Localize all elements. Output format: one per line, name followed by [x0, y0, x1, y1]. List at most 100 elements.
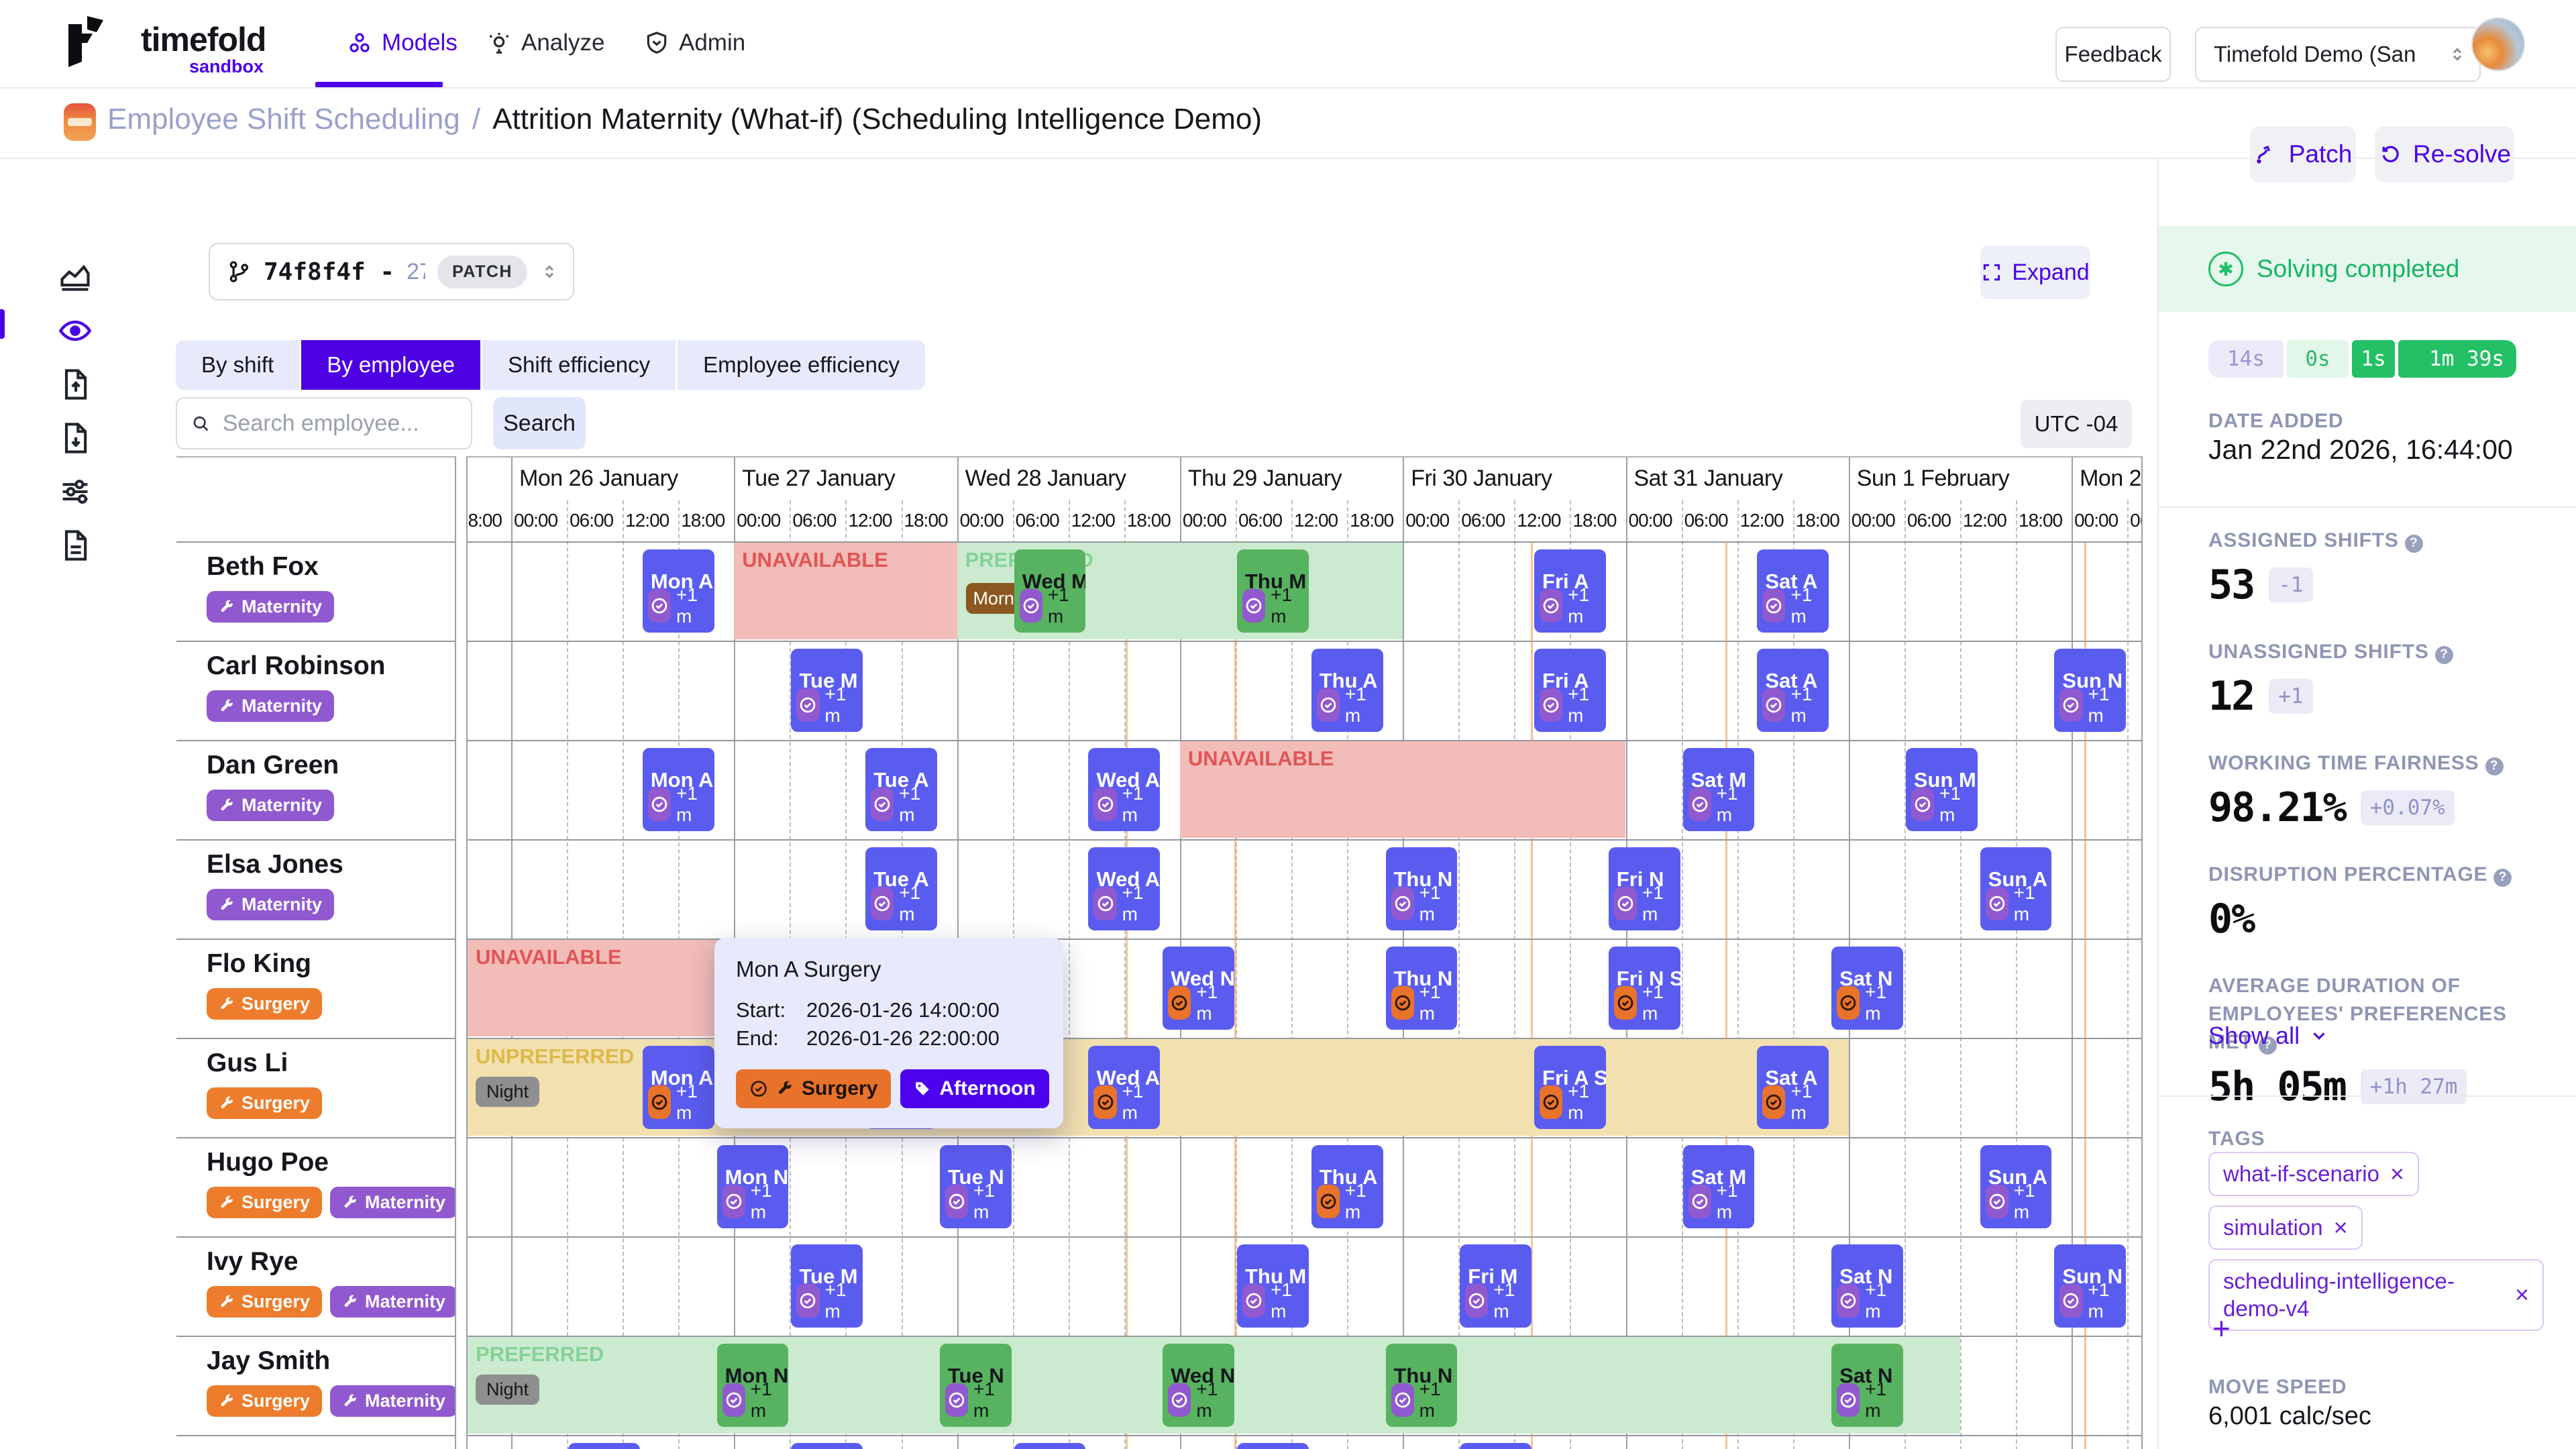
shift-block[interactable]: Tue M+1 m	[791, 1244, 863, 1328]
shift-block[interactable]: Tue N+1 m	[940, 1145, 1012, 1228]
shift-block[interactable]: Sat N+1 m	[1831, 1344, 1903, 1427]
show-all-toggle[interactable]: Show all	[2208, 1022, 2329, 1050]
workspace-select[interactable]: Timefold Demo (San	[2195, 27, 2481, 82]
shift-block[interactable]: Fri N S+1 m	[1609, 947, 1680, 1030]
commit-select[interactable]: 74f8f4f - 27 days ago PATCH	[209, 243, 574, 301]
search-input[interactable]	[221, 410, 458, 437]
shift-block[interactable]: Sun N+1 m	[2054, 1244, 2126, 1328]
shift-block[interactable]: Mon N+1 m	[717, 1145, 789, 1228]
shift-block[interactable]: Thu A+1 m	[1311, 1145, 1383, 1228]
schedule-grid[interactable]: 00:0006:0012:0018:00Mon 26 January00:000…	[466, 456, 2143, 1449]
tag-pill[interactable]: scheduling-intelligence-demo-v4×	[2208, 1259, 2544, 1331]
shift-block[interactable]: Sat N+1 m	[1831, 947, 1903, 1030]
remove-tag-icon[interactable]: ×	[2515, 1281, 2529, 1309]
shift-block[interactable]: Mon A+1 m	[643, 748, 714, 831]
shift-block[interactable]: Sat N+1 m	[1831, 1244, 1903, 1328]
breadcrumb-model-link[interactable]: Employee Shift Scheduling	[107, 103, 460, 136]
add-tag-button[interactable]: +	[2212, 1313, 2231, 1344]
shift-block[interactable]: Fri M+1 m	[1460, 1244, 1532, 1328]
shift-block[interactable]: Sun A+1 m	[1980, 847, 2052, 930]
search-box[interactable]	[176, 397, 472, 449]
brand-name[interactable]: timefold	[141, 20, 266, 59]
rail-item-view[interactable]	[58, 313, 93, 348]
employee-skill-badges: Maternity	[207, 591, 334, 623]
help-icon[interactable]: ?	[2485, 757, 2504, 775]
nav-admin[interactable]: Admin	[644, 0, 745, 86]
hour-header-label: 18:00	[1127, 510, 1175, 531]
clock-check-icon	[1616, 994, 1635, 1012]
purple-clock-badge	[1540, 589, 1562, 623]
user-avatar[interactable]	[2471, 17, 2525, 71]
timezone-chip[interactable]: UTC -04	[2021, 400, 2132, 448]
tab-by-shift[interactable]: By shift	[176, 340, 299, 390]
shift-block[interactable]	[1460, 1443, 1532, 1449]
shift-block[interactable]: Thu N+1 m	[1386, 947, 1458, 1030]
shift-block[interactable]: Mon A+1 m	[643, 1046, 714, 1129]
rail-item-settings[interactable]	[58, 474, 93, 509]
shift-block[interactable]: Sat A+1 m	[1757, 549, 1829, 633]
tag-pill[interactable]: simulation×	[2208, 1205, 2363, 1250]
shift-block[interactable]: Thu M+1 m	[1237, 1244, 1309, 1328]
shift-block[interactable]: Fri A S+1 m	[1534, 1046, 1606, 1129]
shift-block[interactable]: Fri A+1 m	[1534, 649, 1606, 732]
shift-block[interactable]: Sun M+1 m	[1906, 748, 1978, 831]
shift-block[interactable]	[1014, 1443, 1086, 1449]
rail-item-overview[interactable]	[58, 260, 93, 294]
shift-block[interactable]: Thu N+1 m	[1386, 1344, 1458, 1427]
expand-button[interactable]: Expand	[1980, 246, 2090, 299]
shift-block[interactable]: Sat M+1 m	[1683, 1145, 1755, 1228]
shift-block[interactable]: Tue A+1 m	[865, 748, 937, 831]
shift-block[interactable]: Thu A+1 m	[1311, 649, 1383, 732]
nav-analyze[interactable]: Analyze	[486, 0, 605, 86]
search-button[interactable]: Search	[493, 397, 586, 449]
shift-block[interactable]: Mon N+1 m	[717, 1344, 789, 1427]
nav-models[interactable]: Models	[347, 0, 458, 86]
wrench-icon	[342, 1294, 358, 1310]
shift-block[interactable]: Mon A+1 m	[643, 549, 714, 633]
shift-block[interactable]: Thu M+1 m	[1237, 549, 1309, 633]
shift-block[interactable]: Sun A+1 m	[1980, 1145, 2052, 1228]
shift-block[interactable]: Sat A+1 m	[1757, 649, 1829, 732]
git-branch-icon	[226, 259, 252, 284]
tab-employee-efficiency[interactable]: Employee efficiency	[678, 340, 925, 390]
tab-shift-efficiency[interactable]: Shift efficiency	[482, 340, 676, 390]
timefold-logo-icon[interactable]	[55, 16, 122, 71]
shift-block[interactable]: Wed M+1 m	[1014, 549, 1086, 633]
shift-block[interactable]: Wed A+1 m	[1088, 1046, 1160, 1129]
shift-block[interactable]: Wed N+1 m	[1163, 947, 1234, 1030]
rail-item-export[interactable]	[58, 421, 93, 455]
clock-check-icon	[1244, 1291, 1263, 1310]
skill-badge-label: Maternity	[365, 1291, 445, 1312]
tab-by-employee[interactable]: By employee	[301, 340, 480, 390]
shift-duration-badge: +1 m	[1168, 981, 1234, 1024]
shift-block[interactable]	[791, 1443, 863, 1449]
shift-block[interactable]: Sat A+1 m	[1757, 1046, 1829, 1129]
shift-block[interactable]	[568, 1443, 640, 1449]
help-icon[interactable]: ?	[2435, 646, 2453, 664]
feedback-button[interactable]: Feedback	[2055, 27, 2171, 82]
tag-pill[interactable]: what-if-scenario×	[2208, 1152, 2419, 1196]
shift-block[interactable]: Wed N+1 m	[1163, 1344, 1234, 1427]
purple-clock-badge	[1762, 589, 1785, 623]
shift-block[interactable]: Fri A+1 m	[1534, 549, 1606, 633]
shift-block[interactable]: Wed A+1 m	[1088, 748, 1160, 831]
patch-button[interactable]: Patch	[2250, 126, 2356, 182]
availability-region-unavailable: UNAVAILABLE	[468, 940, 734, 1036]
clock-check-icon	[650, 795, 669, 814]
shift-block[interactable]: Fri N+1 m	[1609, 847, 1680, 930]
remove-tag-icon[interactable]: ×	[2334, 1214, 2348, 1242]
rail-item-import[interactable]	[58, 367, 93, 402]
help-icon[interactable]: ?	[2405, 535, 2423, 553]
remove-tag-icon[interactable]: ×	[2390, 1160, 2404, 1188]
shift-block[interactable]: Sat M+1 m	[1683, 748, 1755, 831]
help-icon[interactable]: ?	[2493, 869, 2512, 887]
shift-block[interactable]: Tue M+1 m	[791, 649, 863, 732]
rail-item-logs[interactable]	[58, 528, 93, 563]
resolve-button[interactable]: Re-solve	[2375, 126, 2514, 182]
shift-block[interactable]: Tue A+1 m	[865, 847, 937, 930]
shift-block[interactable]: Wed A+1 m	[1088, 847, 1160, 930]
shift-block[interactable]	[1237, 1443, 1309, 1449]
shift-block[interactable]: Tue N+1 m	[940, 1344, 1012, 1427]
shift-block[interactable]: Thu N+1 m	[1386, 847, 1458, 930]
shift-block[interactable]: Sun N+1 m	[2054, 649, 2126, 732]
